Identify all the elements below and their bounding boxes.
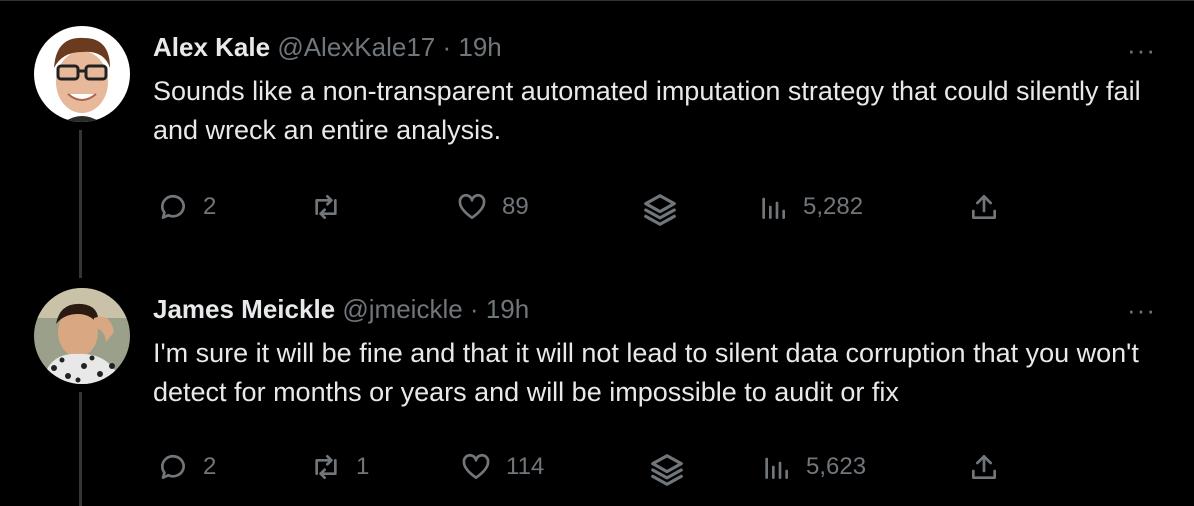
layers-icon (644, 194, 676, 226)
reply-count: 2 (203, 453, 217, 480)
share-button[interactable] (968, 451, 1000, 483)
retweet-count: 1 (356, 453, 370, 480)
display-name[interactable]: Alex Kale (153, 32, 270, 62)
like-button[interactable]: 89 (456, 191, 529, 223)
speech-bubble-icon (160, 194, 185, 219)
speech-bubble-icon (160, 454, 185, 479)
timestamp[interactable]: 19h (486, 294, 529, 324)
top-divider (0, 0, 1194, 1)
retweet-arrows-icon (315, 195, 337, 219)
action-bar: 2 1 114 5,623 (0, 451, 1194, 491)
user-handle[interactable]: @jmeickle (342, 294, 462, 324)
user-handle[interactable]: @AlexKale17 (277, 32, 435, 62)
views-button[interactable]: 5,282 (757, 191, 863, 223)
stack-button[interactable] (641, 191, 679, 229)
heart-icon (458, 193, 486, 219)
retweet-button[interactable] (310, 191, 356, 223)
avatar-image (34, 288, 130, 384)
tweet-header: James Meickle @jmeickle · 19h (153, 292, 529, 326)
share-upload-icon (972, 455, 996, 479)
layers-icon (651, 454, 683, 486)
view-count: 5,623 (806, 453, 867, 480)
bar-chart-icon (765, 457, 788, 479)
more-options-icon[interactable]: ··· (1127, 37, 1156, 63)
retweet-arrows-icon (315, 455, 337, 479)
like-count: 89 (502, 193, 529, 220)
more-options-icon[interactable]: ··· (1127, 297, 1156, 323)
stack-button[interactable] (648, 451, 686, 489)
timestamp[interactable]: 19h (458, 32, 501, 62)
share-upload-icon (972, 195, 996, 219)
like-count: 114 (506, 453, 545, 480)
separator: · (442, 32, 452, 62)
heart-icon (462, 453, 490, 479)
retweet-button[interactable]: 1 (310, 451, 369, 483)
separator: · (469, 294, 479, 324)
tweet-text: I'm sure it will be fine and that it wil… (153, 338, 1147, 407)
views-button[interactable]: 5,623 (760, 451, 866, 483)
action-bar: 2 89 5,282 (0, 191, 1194, 231)
avatar[interactable] (34, 288, 130, 384)
like-button[interactable]: 114 (460, 451, 544, 483)
avatar[interactable] (34, 26, 130, 122)
bar-chart-icon (762, 197, 785, 219)
avatar-image (34, 26, 130, 122)
tweet-header: Alex Kale @AlexKale17 · 19h (153, 30, 502, 64)
tweet-text: Sounds like a non-transparent automated … (153, 76, 1149, 145)
view-count: 5,282 (803, 193, 864, 220)
reply-button[interactable]: 2 (157, 451, 216, 483)
reply-count: 2 (203, 193, 217, 220)
share-button[interactable] (968, 191, 1000, 223)
reply-button[interactable]: 2 (157, 191, 216, 223)
display-name[interactable]: James Meickle (153, 294, 335, 324)
